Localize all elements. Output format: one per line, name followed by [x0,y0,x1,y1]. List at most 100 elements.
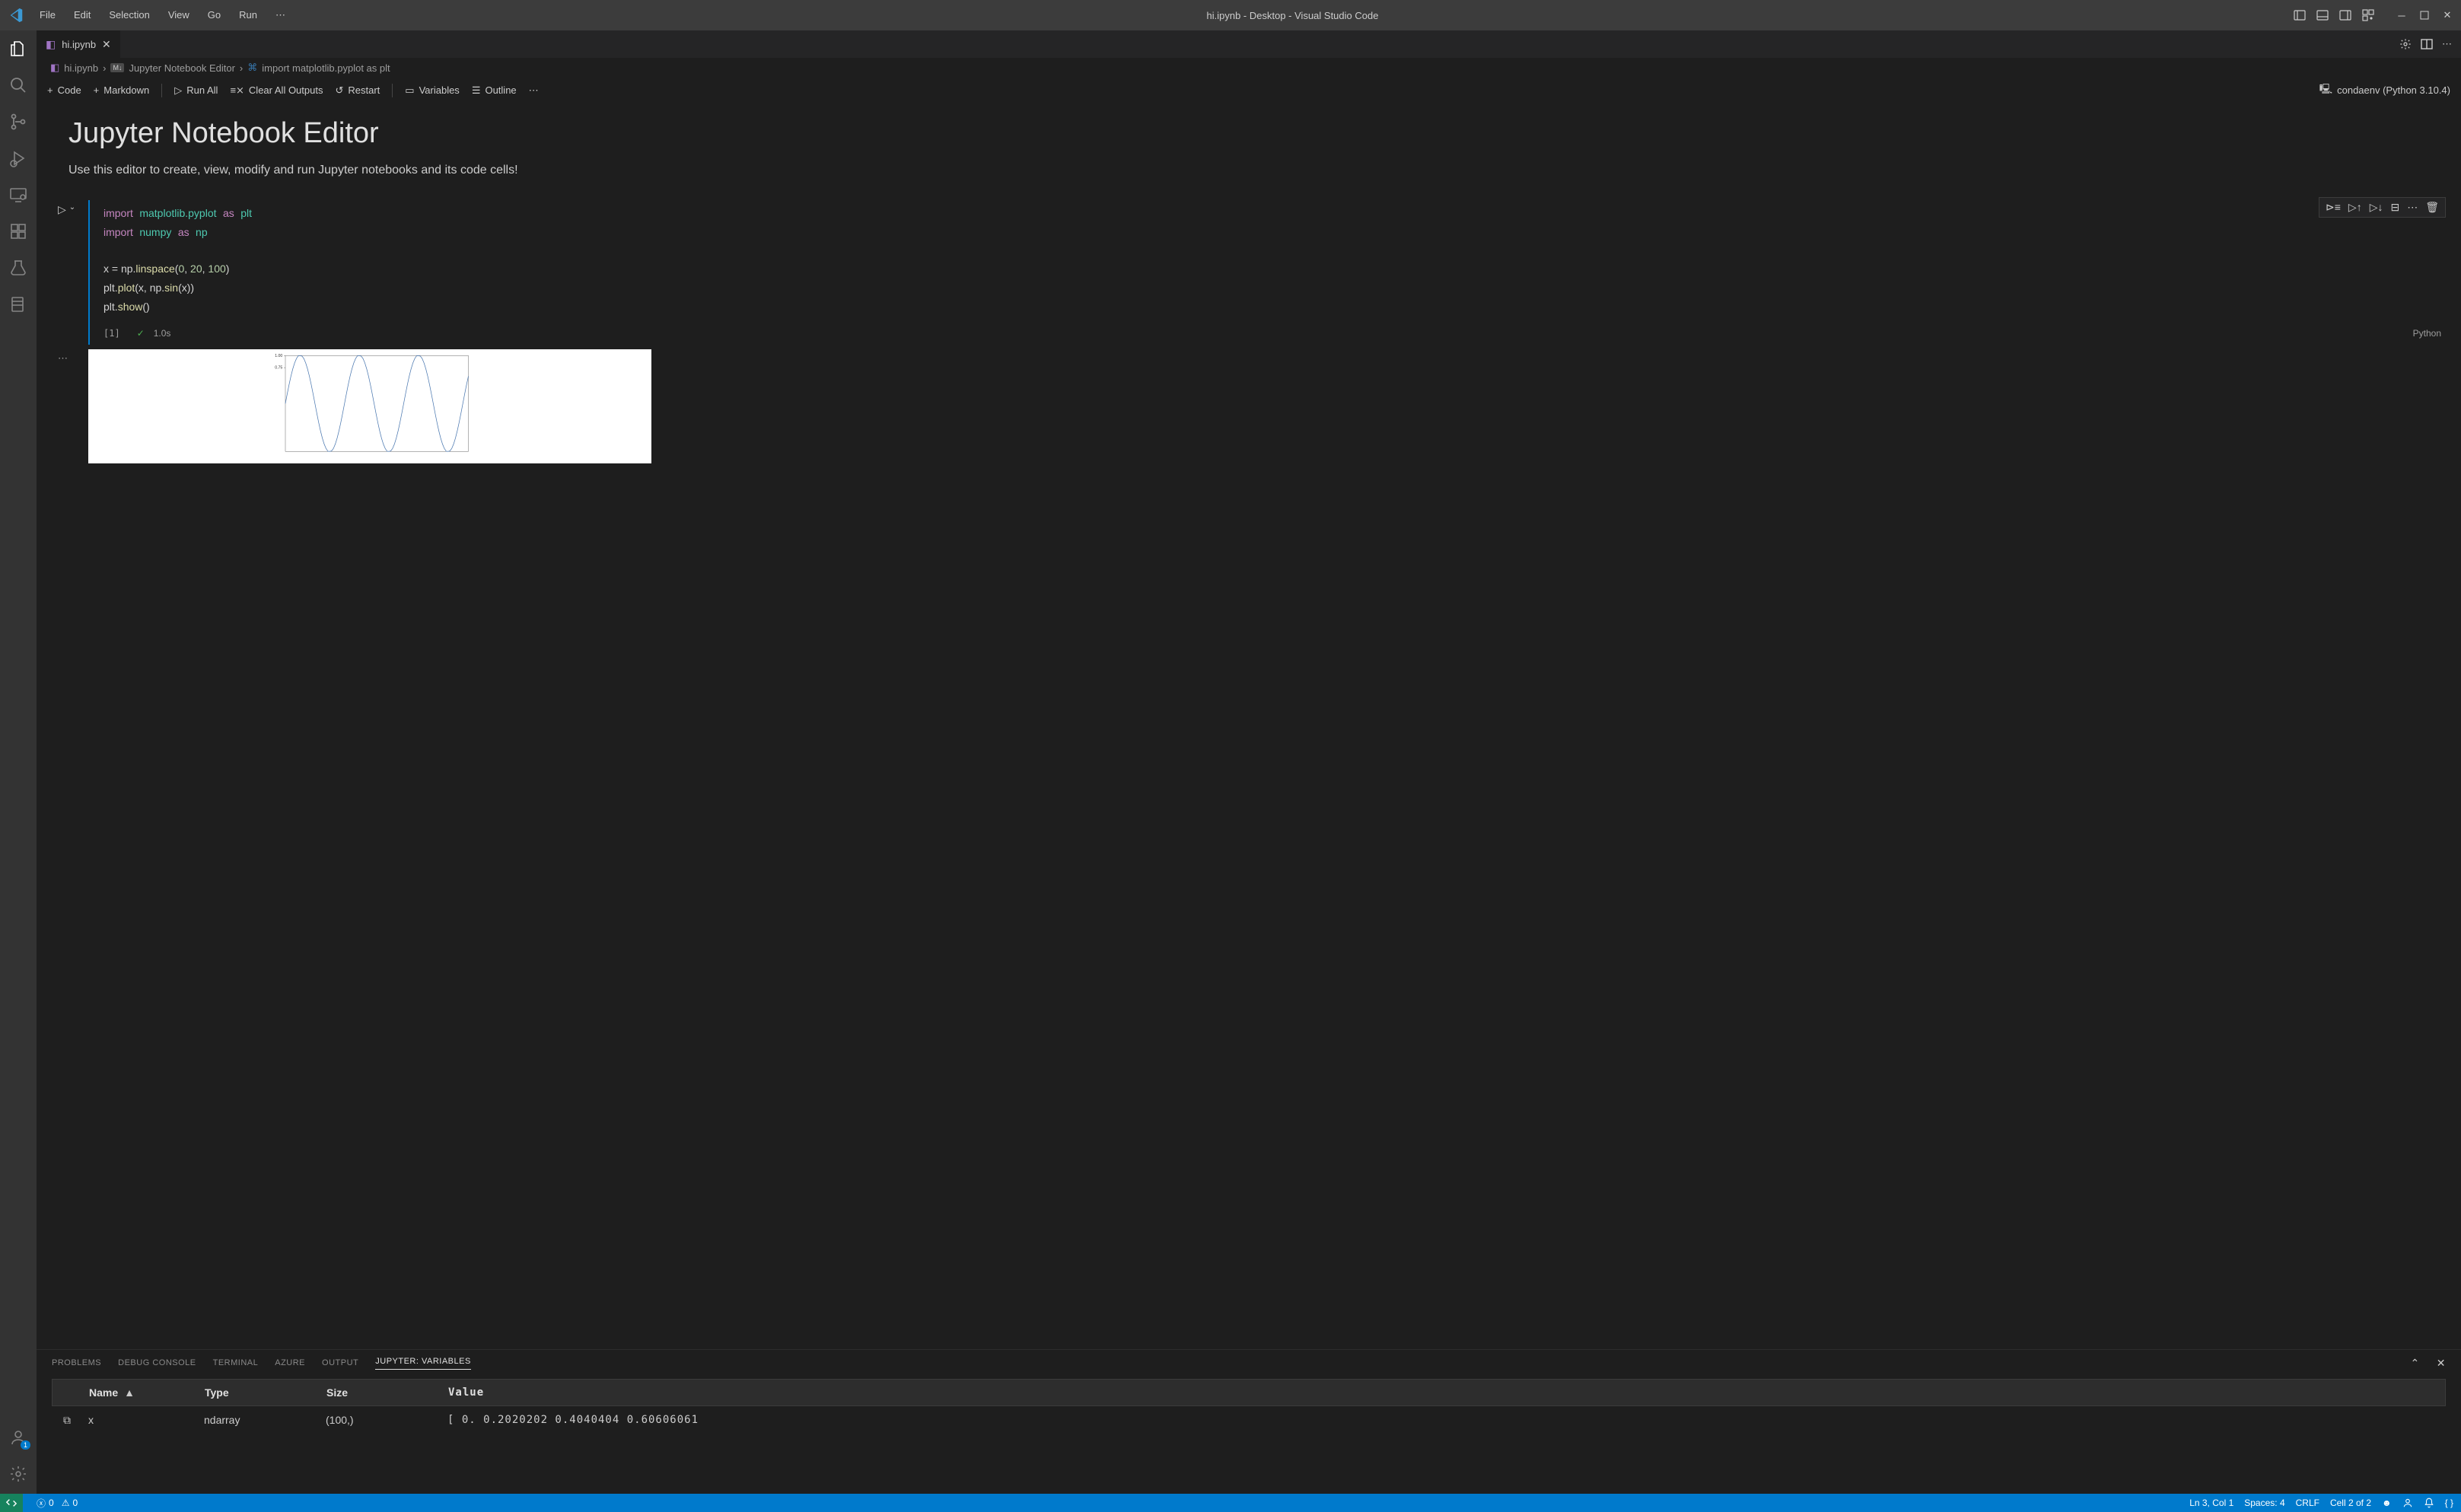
status-lncol[interactable]: Ln 3, Col 1 [2189,1498,2233,1508]
breadcrumb-file[interactable]: hi.ipynb [64,62,98,74]
breadcrumb[interactable]: ◧ hi.ipynb › M↓ Jupyter Notebook Editor … [37,58,2461,78]
plus-icon: + [47,84,53,96]
clear-icon: ≡⨯ [230,84,244,97]
accounts-icon[interactable]: 1 [8,1427,29,1448]
run-all-button[interactable]: ▷ Run All [174,84,218,97]
layout-panel-icon[interactable] [2315,8,2330,23]
execute-below-icon[interactable]: ▷↓ [2370,201,2383,214]
panel-maximize-icon[interactable]: ⌃ [2411,1357,2420,1370]
status-bell-icon[interactable] [2424,1498,2434,1508]
settings-icon[interactable] [2399,38,2412,50]
run-debug-icon[interactable] [8,148,29,169]
tab-jupyter-variables[interactable]: JUPYTER: VARIABLES [375,1357,471,1370]
tab-hi-ipynb[interactable]: ◧ hi.ipynb ✕ [37,30,121,58]
var-value: [ 0. 0.2020202 0.4040404 0.60606061 [447,1414,2446,1426]
tab-terminal[interactable]: TERMINAL [213,1358,259,1367]
col-type[interactable]: Type [205,1386,326,1399]
breadcrumb-leaf[interactable]: import matplotlib.pyplot as plt [262,62,390,74]
status-spaces[interactable]: Spaces: 4 [2244,1498,2284,1508]
var-type: ndarray [204,1414,326,1426]
var-size: (100,) [326,1414,447,1426]
menu-edit[interactable]: Edit [66,5,98,26]
tab-output[interactable]: OUTPUT [322,1358,358,1367]
output-gutter[interactable]: ⋯ [58,349,88,463]
extensions-icon[interactable] [8,221,29,242]
status-eol[interactable]: CRLF [2296,1498,2319,1508]
menu-file[interactable]: File [32,5,63,26]
cell-code[interactable]: import matplotlib.pyplot as plt import n… [90,200,2461,325]
menu-go[interactable]: Go [200,5,228,26]
status-cell[interactable]: Cell 2 of 2 [2330,1498,2371,1508]
run-cell-icon[interactable]: ▷ [58,203,66,216]
col-name[interactable]: Name [89,1386,118,1399]
add-code-button[interactable]: +Code [47,84,81,96]
layout-sidebar-left-icon[interactable] [2292,8,2307,23]
remote-explorer-icon[interactable] [8,184,29,205]
chevron-down-icon[interactable]: ⌄ [69,203,75,212]
maximize-icon[interactable] [2417,8,2432,23]
titlebar: File Edit Selection View Go Run ⋯ hi.ipy… [0,0,2461,30]
split-editor-icon[interactable] [2421,38,2433,50]
open-data-viewer-icon[interactable]: ⧉ [63,1414,71,1427]
run-by-line-icon[interactable]: ⊳≡ [2326,201,2341,214]
add-markdown-label: Markdown [103,84,149,96]
menu-run[interactable]: Run [231,5,265,26]
menu-view[interactable]: View [161,5,197,26]
more-icon[interactable]: ⋯ [2407,201,2418,214]
minimize-icon[interactable]: ─ [2394,8,2409,23]
menu-bar: File Edit Selection View Go Run ⋯ [32,5,293,26]
search-icon[interactable] [8,75,29,96]
source-control-icon[interactable] [8,111,29,132]
status-feedback-icon[interactable] [2402,1498,2413,1508]
status-errors[interactable]: ⓧ0⚠0 [37,1497,78,1510]
variable-row[interactable]: ⧉ x ndarray (100,) [ 0. 0.2020202 0.4040… [52,1406,2446,1434]
run-all-label: Run All [186,84,218,96]
add-markdown-button[interactable]: +Markdown [94,84,150,96]
testing-icon[interactable] [8,257,29,279]
remote-indicator[interactable] [0,1494,23,1512]
split-cell-icon[interactable]: ⊟ [2390,201,2399,214]
tab-actions: ⋯ [2390,30,2461,58]
sort-asc-icon[interactable]: ▲ [124,1386,135,1399]
variables-button[interactable]: ▭Variables [405,84,460,97]
status-braces-icon[interactable]: { } [2445,1498,2453,1508]
svg-text:1.00: 1.00 [275,354,282,358]
jupyter-icon[interactable] [8,294,29,315]
menu-selection[interactable]: Selection [101,5,157,26]
clear-outputs-button[interactable]: ≡⨯Clear All Outputs [230,84,323,97]
execute-above-icon[interactable]: ▷↑ [2348,201,2362,214]
code-cell[interactable]: ⊳≡ ▷↑ ▷↓ ⊟ ⋯ 🗑 ▷ ⌄ import matplotlib.pyp… [58,200,2461,345]
col-size[interactable]: Size [326,1386,448,1399]
tab-row: ◧ hi.ipynb ✕ ⋯ [37,30,2461,58]
toolbar-more-icon[interactable]: ⋯ [529,84,539,97]
delete-cell-icon[interactable]: 🗑 [2425,201,2439,214]
tab-azure[interactable]: AZURE [275,1358,305,1367]
kernel-selector[interactable]: 🖳condaenv (Python 3.10.4) [2319,82,2450,99]
menu-more-icon[interactable]: ⋯ [268,5,293,26]
separator [161,84,162,97]
cell-actions-toolbar: ⊳≡ ▷↑ ▷↓ ⊟ ⋯ 🗑 [2319,197,2446,218]
cell-language[interactable]: Python [2413,328,2447,339]
editor-area: ◧ hi.ipynb ✕ ⋯ ◧ hi.ipynb › M↓ Jupyter N… [37,30,2461,1494]
tab-debug-console[interactable]: DEBUG CONSOLE [118,1358,196,1367]
outline-button[interactable]: ☰Outline [472,84,517,97]
variables-icon: ▭ [405,84,414,97]
tab-close-icon[interactable]: ✕ [102,38,111,51]
run-all-icon: ▷ [174,84,182,97]
svg-text:0.75: 0.75 [275,365,282,370]
close-icon[interactable]: ✕ [2440,8,2455,23]
settings-gear-icon[interactable] [8,1463,29,1485]
notebook-toolbar: +Code +Markdown ▷Run All ≡⨯Clear All Out… [37,78,2461,103]
col-value[interactable]: Value [448,1386,2445,1399]
panel-close-icon[interactable]: ✕ [2437,1357,2446,1370]
layout-customize-icon[interactable] [2361,8,2376,23]
restart-button[interactable]: ↺Restart [335,84,380,97]
layout-sidebar-right-icon[interactable] [2338,8,2353,23]
plus-icon: + [94,84,100,96]
status-copilot-icon[interactable]: ☻ [2382,1498,2392,1508]
tab-problems[interactable]: PROBLEMS [52,1358,101,1367]
explorer-icon[interactable] [8,38,29,59]
notebook-title: Jupyter Notebook Editor [68,117,2461,150]
more-actions-icon[interactable]: ⋯ [2442,38,2452,50]
breadcrumb-section[interactable]: Jupyter Notebook Editor [129,62,234,74]
